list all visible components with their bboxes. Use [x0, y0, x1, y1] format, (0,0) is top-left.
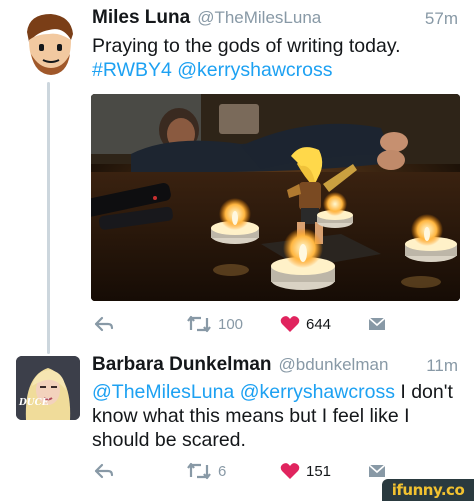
direct-message-icon [368, 317, 386, 330]
tweet1-retweet-button[interactable]: 100 [186, 315, 243, 333]
ifunny-watermark: ifunny.co [382, 479, 474, 501]
tweet2-author-handle[interactable]: @bdunkelman [279, 355, 389, 375]
tweet2-like-button[interactable]: 151 [280, 462, 331, 480]
avatar-miles-luna[interactable] [19, 10, 79, 78]
tweet1-header: Miles Luna @TheMilesLuna [92, 7, 321, 29]
cartoon-avatar-icon [27, 14, 73, 75]
mention-link-miles[interactable]: @TheMilesLuna [92, 381, 234, 403]
tweet2-header: Barbara Dunkelman @bdunkelman [92, 354, 388, 376]
tweet2-like-count: 151 [306, 462, 332, 480]
tweet2-text: @TheMilesLuna @kerryshawcross I don't kn… [92, 380, 464, 452]
heart-icon [280, 463, 300, 479]
tweet2-reply-button[interactable] [94, 463, 114, 479]
tweet2-text-line2: know what this means but I feel like I [92, 405, 410, 427]
photo-candles-figurine [91, 94, 460, 301]
tweet2-text-line3: should be scared. [92, 429, 246, 451]
tweet1-author-handle[interactable]: @TheMilesLuna [197, 8, 321, 28]
heart-icon [280, 316, 300, 332]
direct-message-icon [368, 464, 386, 477]
avatar-overlay-text: DUCE [19, 398, 49, 408]
retweet-icon [187, 462, 211, 480]
mention-link-kerry[interactable]: @kerryshawcross [240, 381, 395, 403]
retweet-icon [187, 315, 211, 333]
tweet2-dm-button[interactable] [367, 463, 387, 479]
tweet2-text-fragment: I don't [400, 381, 453, 403]
tweet1-text-line2: #RWBY4 @kerryshawcross [92, 58, 462, 82]
tweet2-retweet-button[interactable]: 6 [186, 462, 226, 480]
tweet2-text-line1: @TheMilesLuna @kerryshawcross I don't [92, 380, 464, 404]
mention-link[interactable]: @kerryshawcross [177, 59, 332, 81]
avatar-barbara-dunkelman[interactable]: DUCE [16, 356, 80, 420]
tweet1-text: Praying to the gods of writing today. #R… [92, 34, 462, 82]
reply-icon [94, 463, 114, 479]
tweet1-timestamp[interactable]: 57m [425, 9, 458, 29]
photo-avatar-icon [16, 356, 80, 420]
tweet1-media-photo[interactable] [91, 94, 460, 301]
tweet2-retweet-count: 6 [218, 462, 227, 480]
tweet1-like-button[interactable]: 644 [280, 315, 331, 333]
tweet1-author-name[interactable]: Miles Luna [92, 7, 190, 29]
tweet1-dm-button[interactable] [367, 316, 387, 332]
tweet2-timestamp[interactable]: 11m [426, 356, 458, 376]
tweet2-author-name[interactable]: Barbara Dunkelman [92, 354, 272, 376]
tweet1-retweet-count: 100 [218, 315, 244, 333]
hashtag-link[interactable]: #RWBY4 [92, 59, 172, 81]
tweet1-like-count: 644 [306, 315, 332, 333]
tweet1-text-line1: Praying to the gods of writing today. [92, 35, 401, 57]
reply-icon [94, 316, 114, 332]
tweet1-reply-button[interactable] [94, 316, 114, 332]
thread-connector-line [47, 82, 50, 354]
